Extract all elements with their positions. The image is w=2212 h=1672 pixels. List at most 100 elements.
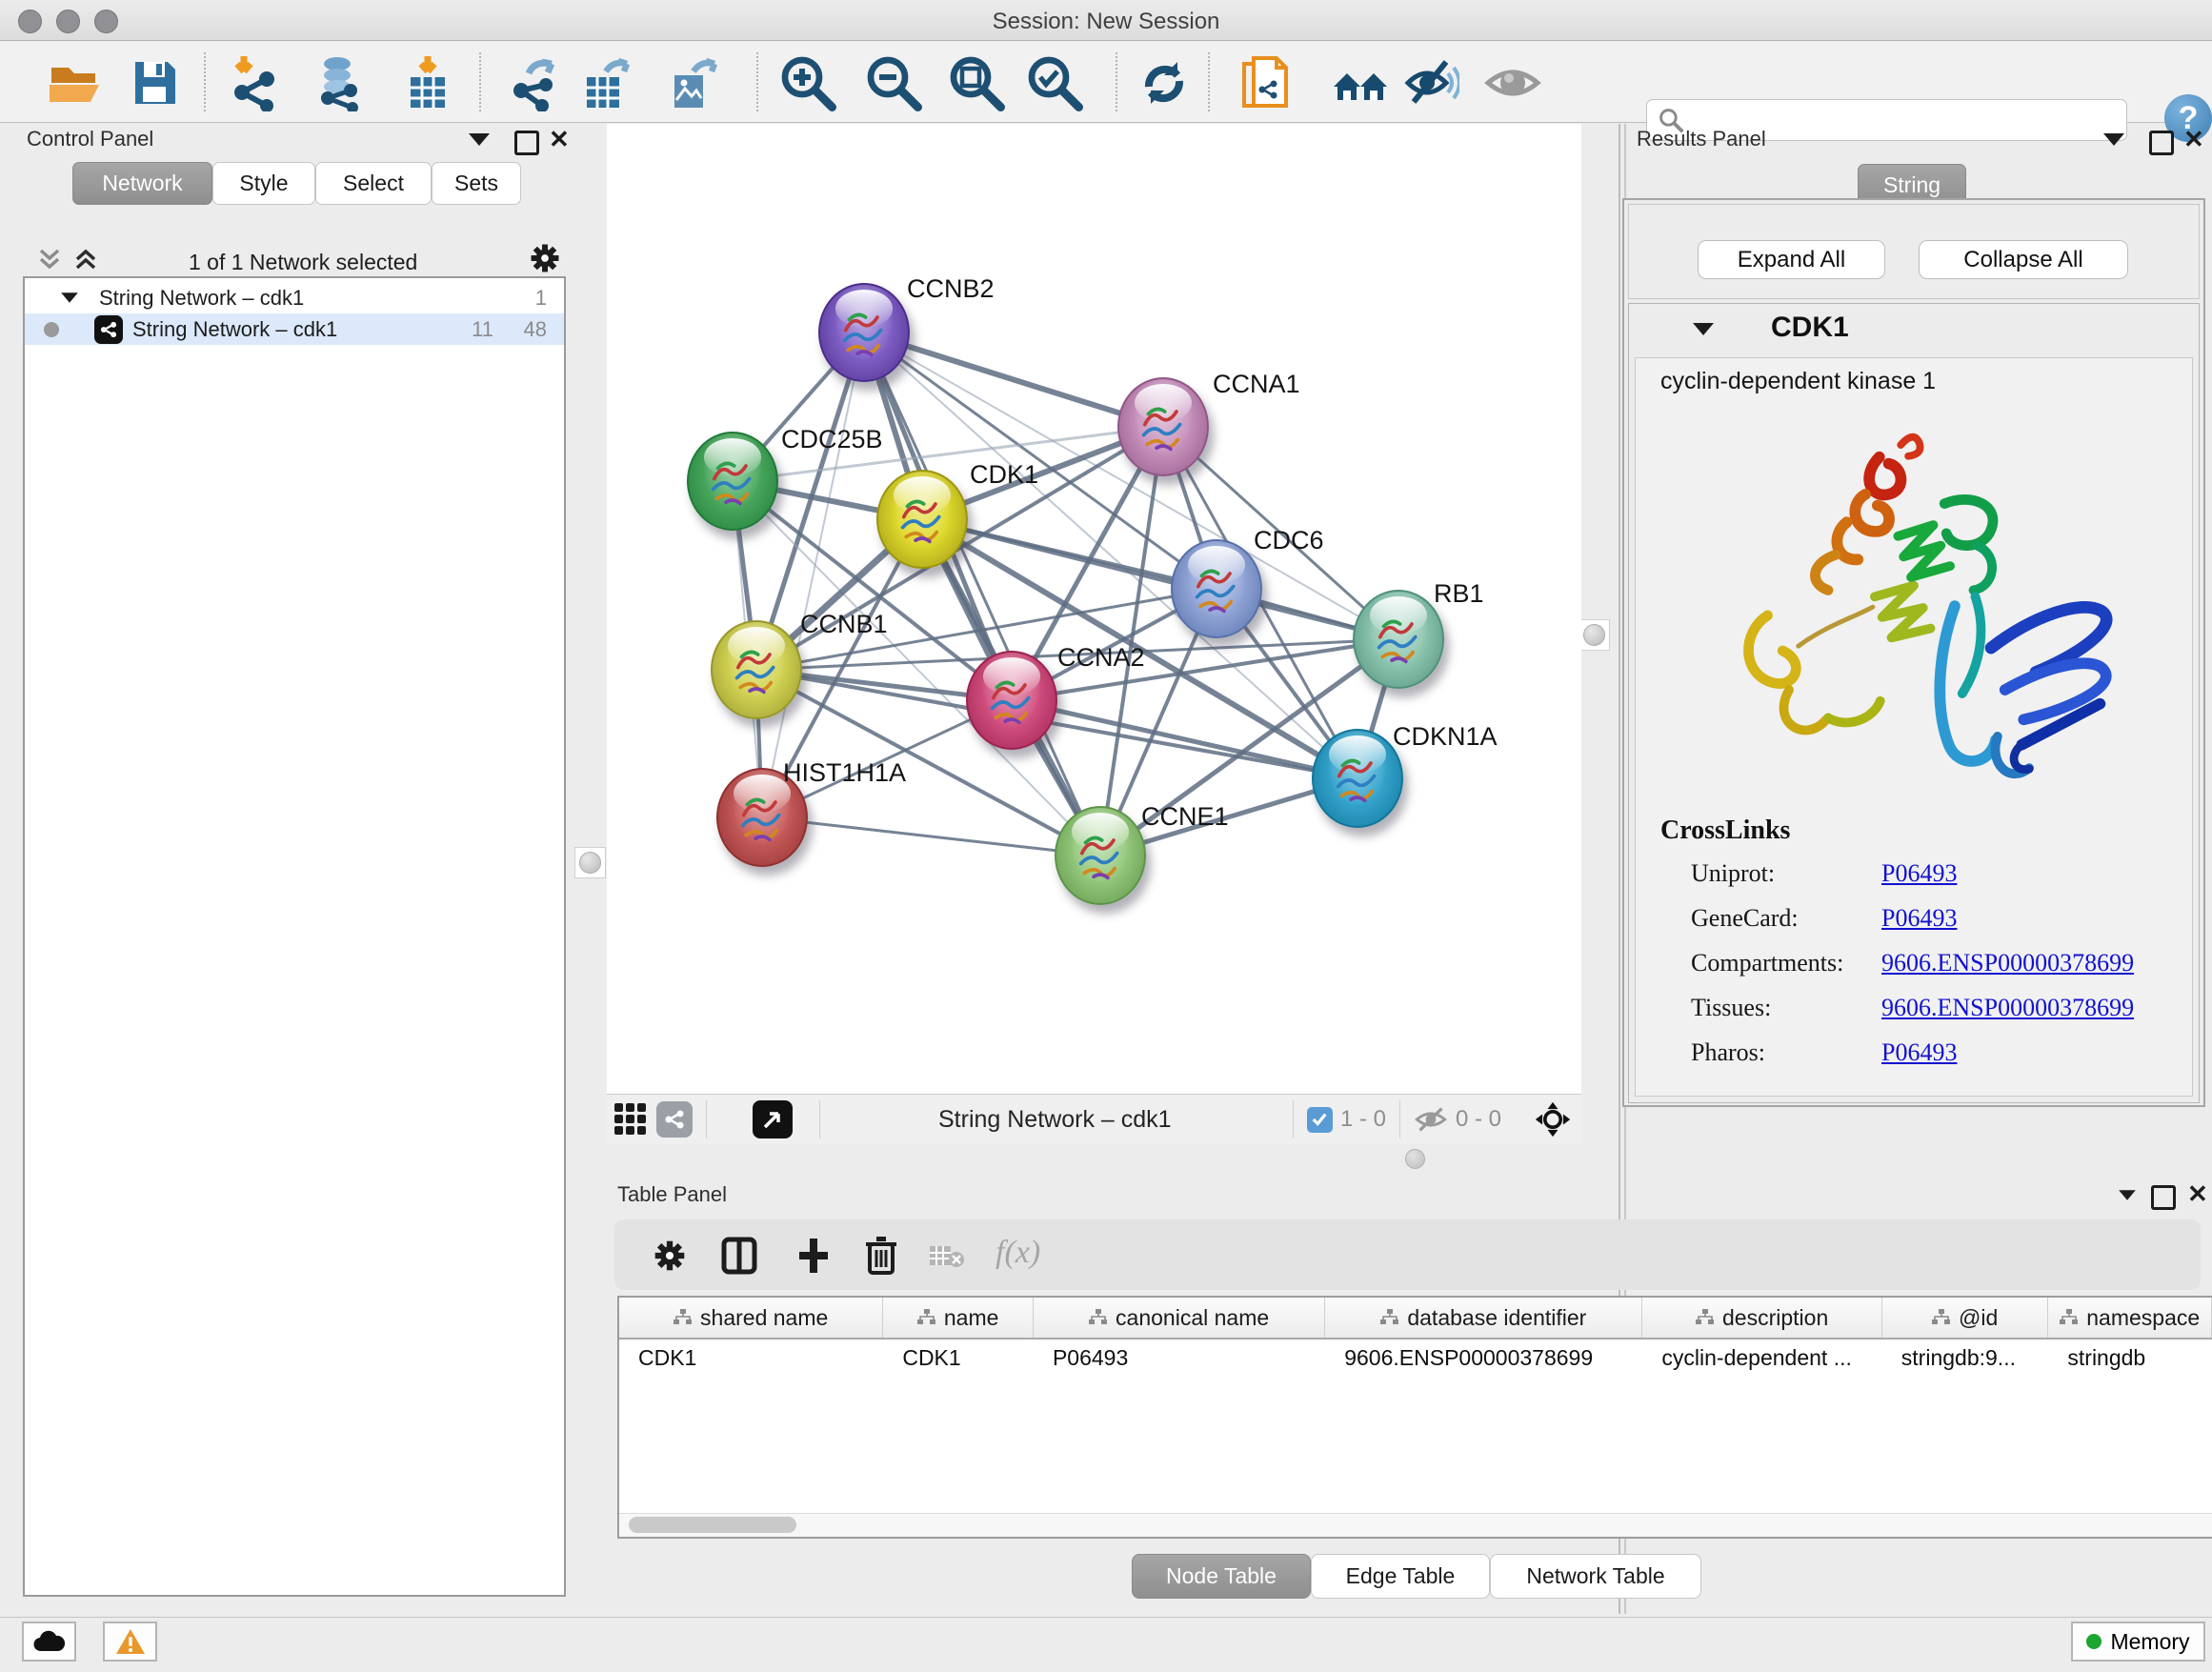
open-session-icon[interactable]: [46, 54, 103, 111]
tab-select[interactable]: Select: [315, 162, 432, 205]
edge-CCNB2-HIST1H1A[interactable]: [762, 332, 864, 817]
node-RB1[interactable]: [1353, 590, 1444, 689]
edge-CCNA2-CDKN1A[interactable]: [1012, 700, 1357, 778]
zoom-fit-icon[interactable]: [948, 54, 1005, 111]
column-header-canonical-name[interactable]: canonical name: [1034, 1298, 1325, 1338]
left-splitter-handle[interactable]: [574, 847, 606, 878]
memory-button[interactable]: Memory: [2071, 1622, 2205, 1662]
control-panel-close-button[interactable]: ✕: [549, 130, 570, 149]
node-CCNA1[interactable]: [1117, 377, 1209, 476]
node-CCNB2[interactable]: [818, 283, 910, 382]
cell-shared-name[interactable]: CDK1: [619, 1345, 883, 1371]
cell-description[interactable]: cyclin-dependent ...: [1642, 1345, 1881, 1371]
hidden-eye-slash-icon[interactable]: [1414, 1106, 1448, 1133]
tab-network[interactable]: Network: [72, 162, 212, 205]
network-label: String Network – cdk1: [132, 317, 337, 342]
right-splitter-handle[interactable]: [1579, 619, 1610, 651]
collapse-all-button[interactable]: Collapse All: [1919, 240, 2128, 279]
hide-labels-eye-icon[interactable]: [1402, 54, 1459, 111]
crosslink-link[interactable]: 9606.ENSP00000378699: [1881, 994, 2134, 1022]
fit-crosshair-icon[interactable]: [1534, 1100, 1572, 1138]
zoom-in-icon[interactable]: [779, 54, 836, 111]
node-CDK1[interactable]: [876, 470, 968, 569]
cell-namespace[interactable]: stringdb: [2048, 1345, 2212, 1371]
import-table-icon[interactable]: [399, 54, 456, 111]
cloud-button[interactable]: [22, 1622, 76, 1662]
table-row[interactable]: CDK1CDK1P064939606.ENSP00000378699cyclin…: [619, 1340, 2212, 1376]
string-home-icon[interactable]: [1332, 54, 1389, 111]
tab-style[interactable]: Style: [212, 162, 315, 205]
node-CDC25B[interactable]: [687, 432, 778, 531]
control-panel-float-button[interactable]: [469, 133, 490, 146]
refresh-layout-icon[interactable]: [1136, 54, 1193, 111]
zoom-out-icon[interactable]: [865, 54, 922, 111]
results-panel-float-button[interactable]: [2103, 133, 2124, 146]
export-image-icon[interactable]: [665, 54, 722, 111]
zoom-selected-icon[interactable]: [1026, 54, 1083, 111]
entry-collapse-icon[interactable]: [1693, 323, 1714, 335]
table-panel-maximize-button[interactable]: [2151, 1185, 2176, 1210]
expand-all-button[interactable]: Expand All: [1698, 240, 1885, 279]
export-table-icon[interactable]: [579, 54, 636, 111]
add-column-icon[interactable]: [795, 1237, 832, 1275]
control-panel-maximize-button[interactable]: [514, 131, 539, 155]
tab-node-table[interactable]: Node Table: [1132, 1554, 1311, 1599]
import-network-database-icon[interactable]: [311, 54, 368, 111]
column-hierarchy-icon: [2060, 1309, 2079, 1326]
node-CDC6[interactable]: [1171, 539, 1262, 638]
selected-checkbox-icon[interactable]: [1307, 1107, 1333, 1133]
results-panel-maximize-button[interactable]: [2149, 131, 2174, 155]
column-header-description[interactable]: description: [1642, 1298, 1881, 1338]
cell-name[interactable]: CDK1: [883, 1345, 1034, 1371]
cell-@id[interactable]: stringdb:9...: [1882, 1345, 2049, 1371]
network-options-gear-icon[interactable]: [529, 242, 561, 274]
tab-edge-table[interactable]: Edge Table: [1311, 1554, 1490, 1599]
table-horizontal-scrollbar[interactable]: [619, 1513, 2212, 1537]
expand-all-chevron-icon[interactable]: [72, 246, 99, 272]
edge-HIST1H1A-CCNE1[interactable]: [762, 817, 1100, 856]
cell-canonical-name[interactable]: P06493: [1034, 1345, 1325, 1371]
network-collection-row[interactable]: String Network – cdk1 1: [25, 282, 564, 313]
crosslink-link[interactable]: P06493: [1881, 904, 1957, 933]
node-label-HIST1H1A: HIST1H1A: [783, 758, 906, 788]
export-network-icon[interactable]: [508, 54, 565, 111]
delete-column-icon[interactable]: [864, 1235, 898, 1275]
cell-database-identifier[interactable]: 9606.ENSP00000378699: [1325, 1345, 1642, 1371]
share-file-icon[interactable]: [1238, 54, 1296, 111]
column-header-label: database identifier: [1407, 1305, 1586, 1331]
column-header-name[interactable]: name: [883, 1298, 1034, 1338]
column-header-shared-name[interactable]: shared name: [619, 1298, 883, 1338]
node-CCNB1[interactable]: [711, 620, 802, 719]
scrollbar-thumb[interactable]: [629, 1517, 796, 1533]
table-panel-float-button[interactable]: [2119, 1190, 2136, 1199]
crosslink-link[interactable]: P06493: [1881, 859, 1957, 888]
node-CCNE1[interactable]: [1055, 806, 1146, 905]
column-header-@id[interactable]: @id: [1882, 1298, 2049, 1338]
column-header-namespace[interactable]: namespace: [2048, 1298, 2212, 1338]
network-row-selected[interactable]: String Network – cdk1 11 48: [25, 313, 564, 345]
tab-network-table[interactable]: Network Table: [1490, 1554, 1701, 1599]
network-canvas[interactable]: CCNB2CCNA1CDC25BCDK1CDC6RB1CCNB1CCNA2CDK…: [607, 124, 1581, 1094]
birdseye-grid-icon[interactable]: [614, 1103, 647, 1136]
network-view-share-icon[interactable]: [656, 1101, 693, 1138]
show-columns-icon[interactable]: [721, 1237, 757, 1275]
memory-status-dot: [2086, 1634, 2101, 1649]
collection-expand-icon[interactable]: [61, 292, 78, 302]
tab-sets[interactable]: Sets: [432, 162, 521, 205]
table-options-gear-icon[interactable]: [653, 1239, 687, 1273]
table-panel-close-button[interactable]: ✕: [2187, 1184, 2208, 1203]
warnings-button[interactable]: [103, 1622, 157, 1662]
node-CDKN1A[interactable]: [1312, 729, 1403, 828]
crosslink-link[interactable]: P06493: [1881, 1038, 1957, 1067]
save-session-icon[interactable]: [126, 54, 183, 111]
results-panel-close-button[interactable]: ✕: [2183, 130, 2204, 149]
node-label-CCNE1: CCNE1: [1141, 802, 1229, 832]
import-network-file-icon[interactable]: [227, 54, 284, 111]
horizontal-splitter-handle[interactable]: [1405, 1149, 1425, 1169]
crosslink-link[interactable]: 9606.ENSP00000378699: [1881, 949, 2134, 977]
node-CCNA2[interactable]: [966, 651, 1057, 750]
collapse-all-chevron-icon[interactable]: [36, 246, 63, 272]
show-eye-icon[interactable]: [1484, 54, 1541, 111]
column-header-database-identifier[interactable]: database identifier: [1325, 1298, 1642, 1338]
detach-view-icon[interactable]: [753, 1100, 793, 1138]
